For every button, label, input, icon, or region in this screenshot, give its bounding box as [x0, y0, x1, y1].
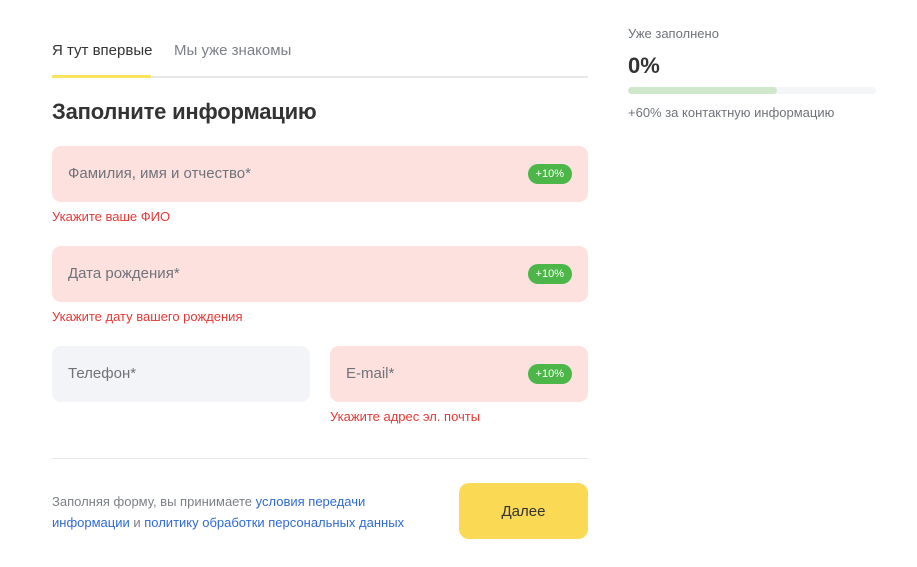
birth-date-bonus-badge: +10% — [527, 264, 572, 284]
full-name-placeholder: Фамилия, имя и отчество* — [68, 165, 251, 182]
email-field[interactable]: E-mail* +10% — [330, 346, 588, 402]
email-error: Укажите адрес эл. почты — [330, 409, 481, 424]
consent-text: Заполняя форму, вы принимаете условия пе… — [52, 491, 432, 533]
progress-hint: +60% за контактную информацию — [628, 105, 835, 120]
tab-first-time[interactable]: Я тут впервые — [52, 42, 152, 60]
email-placeholder: E-mail* — [346, 365, 395, 382]
form-title: Заполните информацию — [52, 99, 317, 124]
full-name-error: Укажите ваше ФИО — [52, 209, 171, 224]
phone-placeholder: Телефон* — [68, 365, 137, 382]
full-name-bonus-badge: +10% — [527, 164, 572, 184]
full-name-field[interactable]: Фамилия, имя и отчество* +10% — [52, 146, 588, 202]
next-button[interactable]: Далее — [459, 483, 588, 539]
active-tab-indicator — [52, 75, 151, 78]
tab-already-known[interactable]: Мы уже знакомы — [174, 42, 291, 60]
progress-caption: Уже заполнено — [628, 26, 719, 41]
privacy-policy-link[interactable]: политику обработки персональных данных — [144, 515, 404, 530]
consent-prefix: Заполняя форму, вы принимаете — [52, 494, 256, 509]
birth-date-error: Укажите дату вашего рождения — [52, 309, 243, 324]
birth-date-field[interactable]: Дата рождения* +10% — [52, 246, 588, 302]
email-bonus-badge: +10% — [527, 364, 572, 384]
birth-date-placeholder: Дата рождения* — [68, 265, 180, 282]
progress-bar — [628, 87, 876, 94]
phone-field[interactable]: Телефон* — [52, 346, 310, 402]
tabs: Я тут впервые Мы уже знакомы — [52, 0, 588, 79]
progress-value: 0% — [628, 53, 660, 78]
consent-middle: и — [129, 515, 145, 530]
application-page: Я тут впервые Мы уже знакомы Заполните и… — [0, 0, 917, 567]
progress-preview-fill — [628, 87, 777, 94]
form-divider — [52, 458, 588, 459]
